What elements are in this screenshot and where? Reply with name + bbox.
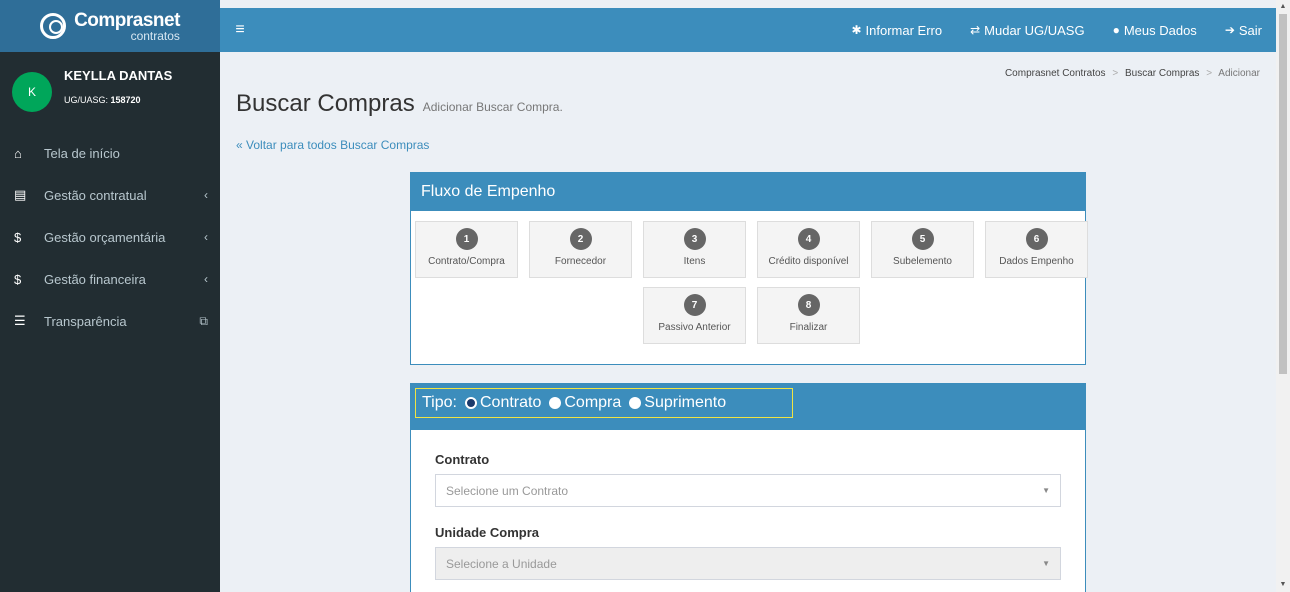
main-content: Comprasnet Contratos > Buscar Compras > … (220, 52, 1276, 592)
report-error-link[interactable]: ✱ Informar Erro (837, 8, 956, 52)
contrato-label: Contrato (435, 452, 490, 467)
chevron-left-icon: ‹ (204, 272, 208, 286)
user-name: KEYLLA DANTAS (64, 68, 173, 83)
radio-compra[interactable]: Compra (549, 394, 621, 412)
logout-link[interactable]: ➔ Sair (1211, 8, 1276, 52)
scroll-down-icon[interactable]: ▼ (1276, 578, 1290, 592)
sidebar-item-gestao-orcamentaria[interactable]: $ Gestão orçamentária ‹ (0, 216, 220, 258)
flow-step-3[interactable]: 3 Itens (643, 221, 746, 278)
back-link[interactable]: « Voltar para todos Buscar Compras (236, 138, 429, 152)
dollar-icon: $ (14, 271, 22, 287)
external-link-icon: ⧉ (199, 313, 208, 328)
file-icon: ▤ (14, 187, 27, 202)
unidade-compra-select[interactable]: Selecione a Unidade ▼ (435, 547, 1061, 580)
flow-steps: 1 Contrato/Compra 2 Fornecedor 3 Itens 4… (411, 211, 1088, 344)
chevron-left-icon: ‹ (204, 188, 208, 202)
breadcrumb-current: Adicionar (1218, 68, 1260, 79)
breadcrumb-home[interactable]: Comprasnet Contratos (1005, 68, 1106, 79)
brand-sub: contratos (130, 28, 180, 43)
chevron-left-icon: ‹ (204, 230, 208, 244)
radio-suprimento[interactable]: Suprimento (629, 394, 726, 412)
page-title: Buscar Compras Adicionar Buscar Compra. (236, 90, 563, 117)
flow-title: Fluxo de Empenho (411, 173, 1085, 211)
flow-step-6[interactable]: 6 Dados Empenho (985, 221, 1088, 278)
flow-box: Fluxo de Empenho 1 Contrato/Compra 2 For… (410, 172, 1088, 365)
tipo-label: Tipo: (422, 394, 457, 411)
avatar: K (12, 72, 52, 112)
radio-unchecked-icon (549, 397, 562, 409)
sidebar-item-gestao-contratual[interactable]: ▤ Gestão contratual ‹ (0, 174, 220, 216)
form-box: Tipo: Contrato Compra Suprimento Contrat… (410, 383, 1086, 592)
radio-checked-icon (464, 397, 477, 409)
sidebar: K KEYLLA DANTAS UG/UASG: 158720 ⌂ Tela d… (0, 52, 220, 592)
change-uasg-link[interactable]: ⇄ Mudar UG/UASG (956, 8, 1098, 52)
radio-unchecked-icon (629, 397, 642, 409)
sidebar-toggle-icon[interactable]: ≡ (220, 21, 260, 39)
brand-name: Comprasnet (74, 9, 180, 31)
top-navbar: ≡ ✱ Informar Erro ⇄ Mudar UG/UASG ● Meus… (220, 8, 1276, 52)
tipo-radio-group: Tipo: Contrato Compra Suprimento (415, 388, 793, 418)
breadcrumb: Comprasnet Contratos > Buscar Compras > … (1004, 68, 1260, 79)
user-circle-icon: ● (1112, 23, 1120, 37)
my-data-link[interactable]: ● Meus Dados (1099, 8, 1211, 52)
brand-logo[interactable]: Comprasnet contratos (0, 0, 220, 52)
radio-contrato[interactable]: Contrato (464, 394, 541, 412)
page-scrollbar[interactable]: ▲ ▼ (1276, 0, 1290, 592)
scroll-thumb[interactable] (1279, 14, 1287, 374)
caret-down-icon: ▼ (1042, 559, 1050, 568)
flow-step-7[interactable]: 7 Passivo Anterior (643, 287, 746, 344)
user-uasg: UG/UASG: 158720 (64, 95, 141, 105)
bug-icon: ✱ (851, 23, 862, 37)
scroll-up-icon[interactable]: ▲ (1276, 0, 1290, 14)
home-icon: ⌂ (14, 145, 22, 161)
list-icon: ☰ (14, 313, 26, 328)
sidebar-item-home[interactable]: ⌂ Tela de início (0, 132, 220, 174)
flow-step-1[interactable]: 1 Contrato/Compra (415, 221, 518, 278)
sidebar-item-transparencia[interactable]: ☰ Transparência ⧉ (0, 300, 220, 342)
breadcrumb-buscar-compras[interactable]: Buscar Compras (1125, 68, 1199, 79)
caret-down-icon: ▼ (1042, 486, 1050, 495)
flow-step-8[interactable]: 8 Finalizar (757, 287, 860, 344)
user-panel: K KEYLLA DANTAS UG/UASG: 158720 (0, 52, 220, 132)
sidebar-item-gestao-financeira[interactable]: $ Gestão financeira ‹ (0, 258, 220, 300)
unidade-compra-label: Unidade Compra (435, 525, 540, 540)
page-subtitle: Adicionar Buscar Compra. (422, 100, 563, 114)
flow-step-2[interactable]: 2 Fornecedor (529, 221, 632, 278)
flow-step-4[interactable]: 4 Crédito disponível (757, 221, 860, 278)
comprasnet-logo-icon (40, 13, 67, 39)
flow-step-5[interactable]: 5 Subelemento (871, 221, 974, 278)
sign-out-icon: ➔ (1224, 23, 1235, 37)
dollar-icon: $ (14, 229, 22, 245)
contrato-select[interactable]: Selecione um Contrato ▼ (435, 474, 1061, 507)
exchange-icon: ⇄ (970, 23, 981, 37)
